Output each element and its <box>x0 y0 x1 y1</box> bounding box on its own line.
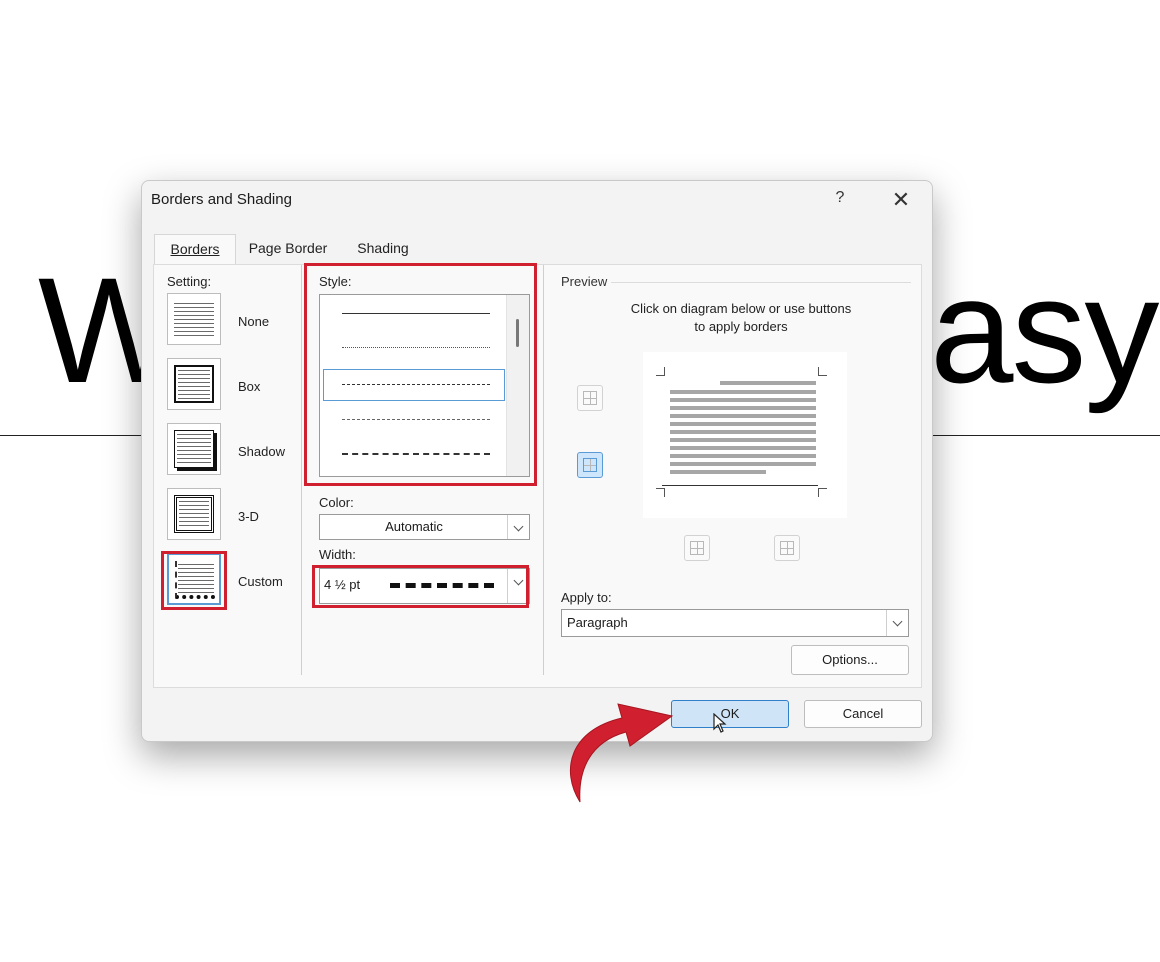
preview-diagram[interactable] <box>643 352 847 518</box>
options-button[interactable]: Options... <box>791 645 909 675</box>
setting-3d-label[interactable]: 3-D <box>238 509 259 524</box>
preview-corner-tr <box>818 367 827 376</box>
preview-text-line <box>670 438 816 442</box>
style-option-selected-frame[interactable] <box>323 369 505 401</box>
preview-bottom-border <box>662 485 818 486</box>
preview-text-line <box>670 414 816 418</box>
width-value: 4 ½ pt <box>324 577 361 592</box>
style-scrollbar[interactable] <box>506 295 529 476</box>
width-label: Width: <box>319 547 356 562</box>
style-listbox[interactable] <box>319 294 530 477</box>
setting-3d-lines <box>174 495 214 533</box>
setting-none-label[interactable]: None <box>238 314 269 329</box>
red-arrow-icon <box>569 703 674 803</box>
setting-shadow-lines <box>174 430 214 468</box>
apply-to-dropdown[interactable]: Paragraph <box>561 609 909 637</box>
setting-box-lines <box>174 365 214 403</box>
preview-instruction-line1: Click on diagram below or use buttons <box>630 301 852 316</box>
color-label: Color: <box>319 495 354 510</box>
top-border-icon <box>583 391 597 405</box>
preview-text-line <box>720 381 816 385</box>
preview-text-line <box>670 454 816 458</box>
preview-rule <box>611 282 911 283</box>
chevron-down-icon[interactable] <box>507 515 529 539</box>
color-dropdown[interactable]: Automatic <box>319 514 530 540</box>
preview-text-line <box>670 406 816 410</box>
setting-custom-icon[interactable] <box>167 553 221 605</box>
preview-corner-bl <box>656 488 665 497</box>
preview-text-line <box>670 398 816 402</box>
borders-and-shading-dialog: Borders and Shading ? ✕ Borders Page Bor… <box>141 180 933 742</box>
style-option-dotted[interactable] <box>342 347 490 348</box>
style-option-dashed[interactable] <box>342 384 490 385</box>
color-value: Automatic <box>385 519 443 534</box>
tab-shading[interactable]: Shading <box>343 234 423 264</box>
tab-borders-label: Borders <box>170 241 220 257</box>
preview-text-line <box>670 462 816 466</box>
style-label: Style: <box>319 274 352 289</box>
preview-divider <box>543 265 544 675</box>
width-sample-line <box>390 583 494 588</box>
setting-none-icon[interactable] <box>167 293 221 345</box>
apply-to-label: Apply to: <box>561 590 612 605</box>
preview-corner-br <box>818 488 827 497</box>
right-border-button[interactable] <box>774 535 800 561</box>
bottom-border-button[interactable] <box>577 452 603 478</box>
setting-3d-icon[interactable] <box>167 488 221 540</box>
cancel-button[interactable]: Cancel <box>804 700 922 728</box>
preview-label: Preview <box>561 274 608 289</box>
tab-page-border[interactable]: Page Border <box>238 234 338 264</box>
right-border-icon <box>780 541 794 555</box>
left-border-button[interactable] <box>684 535 710 561</box>
setting-divider <box>301 265 302 675</box>
background-text-right: asy <box>930 246 1159 414</box>
setting-custom-lines <box>175 561 215 599</box>
preview-text-line <box>670 430 816 434</box>
tab-page-border-label: Page Border <box>248 240 328 256</box>
setting-none-lines <box>174 300 214 338</box>
preview-text-line <box>670 422 816 426</box>
width-dropdown[interactable]: 4 ½ pt <box>319 568 530 604</box>
setting-box-icon[interactable] <box>167 358 221 410</box>
setting-custom-label[interactable]: Custom <box>238 574 283 589</box>
tab-shading-label: Shading <box>357 240 409 256</box>
help-button[interactable]: ? <box>830 189 850 211</box>
setting-shadow-icon[interactable] <box>167 423 221 475</box>
chevron-down-icon[interactable] <box>886 610 908 636</box>
preview-text-line <box>670 446 816 450</box>
chevron-down-icon[interactable] <box>507 569 529 603</box>
apply-to-value: Paragraph <box>567 615 628 630</box>
preview-text-line <box>670 470 766 474</box>
left-border-icon <box>690 541 704 555</box>
preview-corner-tl <box>656 367 665 376</box>
style-option-solid[interactable] <box>342 313 490 314</box>
mouse-cursor-icon <box>713 713 727 733</box>
setting-box-label[interactable]: Box <box>238 379 260 394</box>
tab-borders[interactable]: Borders <box>154 234 236 265</box>
dialog-title: Borders and Shading <box>151 191 292 208</box>
setting-shadow-label[interactable]: Shadow <box>238 444 285 459</box>
borders-panel: Setting: None Box Shadow 3-D Custom Styl… <box>153 264 922 688</box>
bottom-border-icon <box>583 458 597 472</box>
style-option-dash-dot[interactable] <box>342 453 490 455</box>
setting-label: Setting: <box>167 274 212 289</box>
preview-text-line <box>670 390 816 394</box>
close-button[interactable]: ✕ <box>886 187 916 213</box>
top-border-button[interactable] <box>577 385 603 411</box>
style-option-long-dashed[interactable] <box>342 419 490 420</box>
style-scrollbar-thumb[interactable] <box>516 319 519 347</box>
preview-instruction-line2: to apply borders <box>694 319 788 334</box>
